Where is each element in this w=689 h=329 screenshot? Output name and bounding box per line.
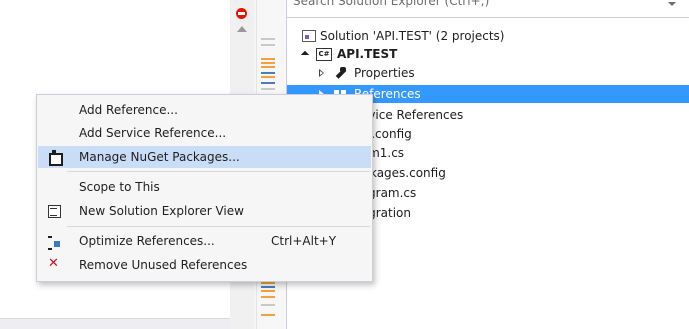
solution-icon: [302, 30, 316, 42]
minimap-mark: [261, 58, 275, 60]
menu-item-add-reference[interactable]: Add Reference...: [38, 99, 371, 121]
minimap-mark: [261, 66, 275, 68]
minimap-mark: [261, 314, 275, 316]
menu-item-label: New Solution Explorer View: [79, 204, 244, 218]
minimap-mark: [261, 88, 275, 90]
minimap-mark: [261, 44, 275, 46]
menu-item-label: Add Reference...: [79, 103, 178, 117]
tree-item-properties[interactable]: Properties: [287, 64, 689, 82]
minimap-mark: [261, 290, 275, 292]
minimap-mark: [261, 38, 275, 40]
optimize-icon: [47, 234, 61, 250]
menu-separator: [67, 171, 370, 172]
solution-explorer-view-icon: [47, 204, 61, 218]
solution-explorer-search[interactable]: Search Solution Explorer (Ctrl+;): [287, 0, 689, 18]
tree-item-solution[interactable]: Solution 'API.TEST' (2 projects): [287, 27, 689, 45]
menu-item-shortcut: Ctrl+Alt+Y: [271, 234, 337, 248]
menu-item-manage-nuget[interactable]: Manage NuGet Packages...: [38, 146, 371, 168]
menu-item-scope-to-this[interactable]: Scope to This: [38, 176, 371, 198]
minimap-mark: [261, 304, 275, 306]
context-menu: Add Reference... Add Service Reference..…: [36, 94, 373, 282]
tree-item-project[interactable]: C# API.TEST: [287, 45, 689, 63]
minimap-mark: [261, 62, 275, 64]
menu-item-remove-unused-references[interactable]: Remove Unused References: [38, 254, 371, 276]
menu-item-label: Remove Unused References: [79, 258, 248, 272]
properties-label: Properties: [354, 66, 415, 80]
project-label: API.TEST: [337, 47, 398, 61]
menu-item-label: Add Service Reference...: [79, 126, 227, 140]
menu-item-new-solution-explorer-view[interactable]: New Solution Explorer View: [38, 200, 371, 222]
remove-icon: [47, 256, 61, 272]
minimap-mark: [261, 296, 275, 298]
expand-right-icon[interactable]: [319, 69, 324, 77]
menu-item-label: Optimize References...: [79, 234, 215, 248]
minimap-mark: [261, 76, 275, 78]
solution-label: Solution 'API.TEST' (2 projects): [320, 29, 505, 43]
search-options-icon[interactable]: [668, 2, 676, 6]
status-strip: [0, 318, 230, 329]
menu-item-label: Manage NuGet Packages...: [79, 150, 240, 164]
expand-down-icon[interactable]: [300, 50, 310, 60]
menu-item-optimize-references[interactable]: Optimize References... Ctrl+Alt+Y: [38, 230, 371, 252]
minimap-mark: [261, 72, 275, 74]
minimap-mark: [261, 282, 275, 284]
search-placeholder: Search Solution Explorer (Ctrl+;): [293, 0, 490, 8]
nuget-icon: [47, 150, 63, 166]
csharp-project-icon: C#: [316, 48, 332, 61]
minimap-mark: [261, 286, 275, 288]
error-icon[interactable]: [236, 8, 247, 19]
wrench-icon: [334, 67, 346, 79]
menu-separator: [67, 226, 370, 227]
scroll-up-icon[interactable]: [237, 26, 247, 32]
menu-item-label: Scope to This: [79, 180, 160, 194]
menu-item-add-service-reference[interactable]: Add Service Reference...: [38, 122, 371, 144]
minimap-mark: [261, 82, 275, 84]
